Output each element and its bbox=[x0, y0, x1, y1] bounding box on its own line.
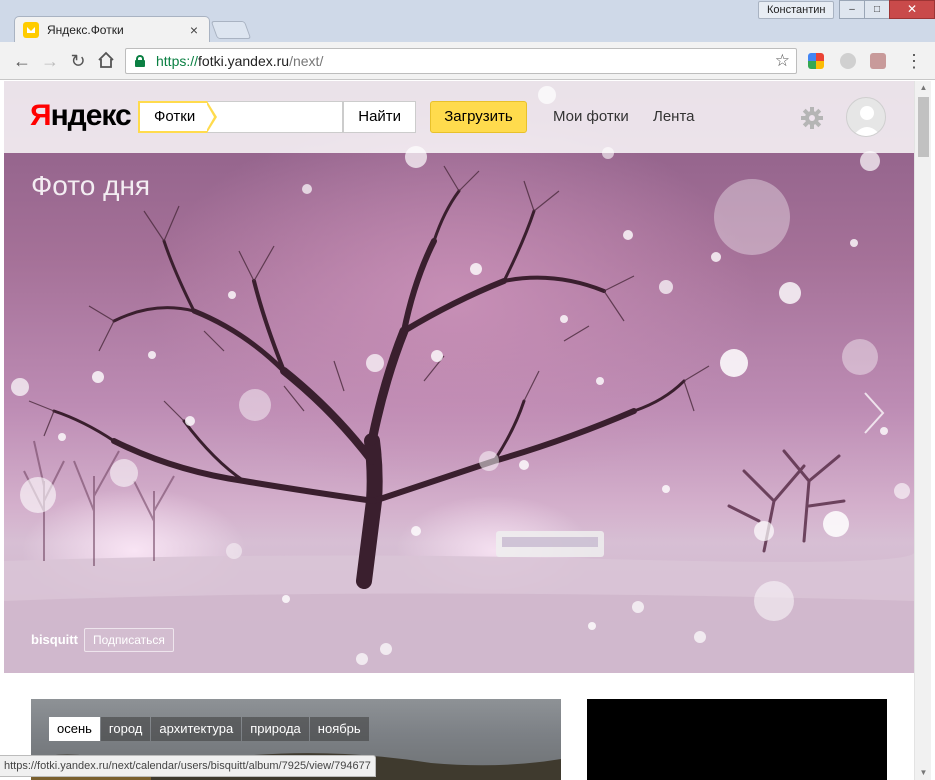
browser-tab[interactable]: Яндекс.Фотки × bbox=[14, 16, 210, 43]
scroll-thumb[interactable] bbox=[918, 97, 929, 157]
new-tab-button[interactable] bbox=[210, 21, 252, 39]
back-icon[interactable]: ← bbox=[12, 51, 32, 71]
subscribe-button[interactable]: Подписаться bbox=[84, 628, 174, 652]
nav-feed[interactable]: Лента bbox=[653, 108, 695, 125]
url-host: fotki.yandex.ru bbox=[198, 53, 290, 69]
yandex-fotki-favicon-icon bbox=[23, 22, 39, 38]
photo-of-the-day[interactable]: Фото дня bisquitt Подписаться bbox=[4, 81, 914, 673]
forward-icon[interactable]: → bbox=[40, 51, 60, 71]
page-scrollbar[interactable]: ▲ ▼ bbox=[914, 81, 931, 780]
close-tab-icon[interactable]: × bbox=[187, 23, 201, 37]
author-link[interactable]: bisquitt bbox=[31, 632, 78, 647]
address-bar[interactable]: https://fotki.yandex.ru/next/ ☆ bbox=[125, 48, 797, 74]
browser-menu-icon[interactable]: ⋮ bbox=[905, 52, 923, 70]
side-media-card[interactable] bbox=[587, 699, 887, 780]
nav-my-photos[interactable]: Мои фотки bbox=[553, 108, 629, 125]
yandex-logo[interactable]: Яндекс bbox=[30, 99, 132, 133]
browser-chrome: Яндекс.Фотки × Константин – □ ✕ ← → ↻ ht… bbox=[0, 0, 935, 80]
extension-colorful-icon[interactable] bbox=[808, 53, 824, 69]
close-window-icon[interactable]: ✕ bbox=[889, 0, 935, 19]
album-tags: осень город архитектура природа ноябрь bbox=[49, 717, 370, 741]
page-viewport: Фото дня bisquitt Подписаться Яндекс Фот… bbox=[4, 81, 914, 780]
search-input[interactable] bbox=[207, 101, 344, 133]
site-header: Яндекс Фотки Найти Загрузить Мои фотки Л… bbox=[4, 81, 914, 153]
home-icon[interactable] bbox=[96, 51, 116, 71]
bookmark-star-icon[interactable]: ☆ bbox=[775, 49, 790, 73]
lock-icon bbox=[135, 55, 145, 67]
maximize-icon[interactable]: □ bbox=[864, 0, 890, 19]
status-url-bubble: https://fotki.yandex.ru/next/calendar/us… bbox=[0, 755, 376, 777]
title-bar: Яндекс.Фотки × Константин – □ ✕ bbox=[0, 0, 935, 43]
tag-item[interactable]: природа bbox=[242, 717, 309, 741]
minimize-icon[interactable]: – bbox=[839, 0, 865, 19]
photo-of-the-day-title: Фото дня bbox=[31, 170, 151, 201]
next-photo-arrow-icon[interactable] bbox=[862, 391, 886, 435]
scroll-down-icon[interactable]: ▼ bbox=[915, 766, 932, 780]
tag-item[interactable]: архитектура bbox=[151, 717, 242, 741]
url-scheme: https:// bbox=[156, 53, 199, 69]
tag-item[interactable]: город bbox=[100, 717, 151, 741]
extension-cart-icon[interactable] bbox=[870, 53, 886, 69]
avatar[interactable] bbox=[846, 97, 886, 137]
scroll-up-icon[interactable]: ▲ bbox=[915, 81, 932, 95]
search-button[interactable]: Найти bbox=[343, 101, 417, 133]
browser-toolbar: ← → ↻ https://fotki.yandex.ru/next/ ☆ ⋮ bbox=[0, 42, 935, 80]
tag-item[interactable]: ноябрь bbox=[309, 717, 369, 741]
reload-icon[interactable]: ↻ bbox=[68, 51, 88, 71]
search-form: Фотки Найти bbox=[138, 101, 417, 133]
tag-item[interactable]: осень bbox=[49, 717, 100, 741]
gear-icon[interactable] bbox=[800, 106, 824, 130]
tab-title: Яндекс.Фотки bbox=[47, 23, 124, 37]
extension-round-icon[interactable] bbox=[840, 53, 856, 69]
upload-button[interactable]: Загрузить bbox=[430, 101, 527, 133]
url-path: /next/ bbox=[289, 53, 324, 69]
window-controls: – □ ✕ bbox=[839, 0, 935, 19]
profile-name-chip[interactable]: Константин bbox=[758, 1, 835, 19]
service-tag[interactable]: Фотки bbox=[138, 101, 218, 133]
